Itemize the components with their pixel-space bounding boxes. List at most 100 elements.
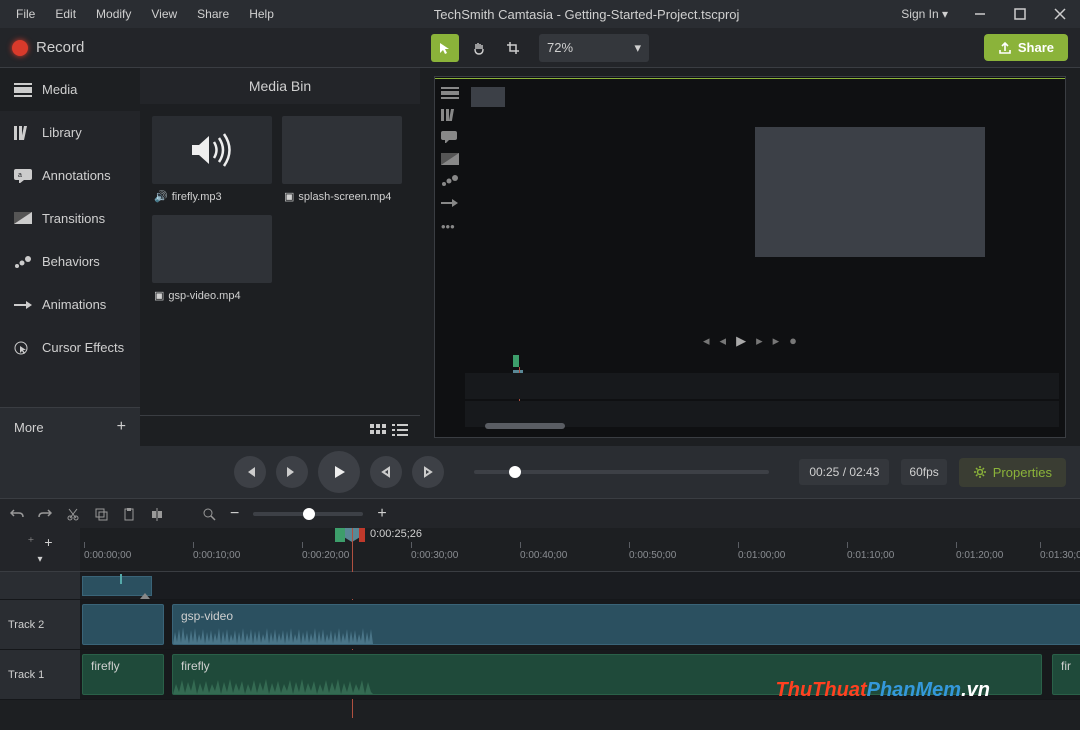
media-name: splash-screen.mp4 [298,191,391,203]
track-label[interactable]: Track 2 [0,600,80,649]
sidebar-label: Behaviors [42,254,100,269]
gear-icon [973,465,987,479]
playhead-time: 0:00:25;26 [370,528,422,540]
mini-tool-icon[interactable] [441,109,459,121]
copy-button[interactable] [94,507,108,521]
media-bin-title: Media Bin [140,68,420,104]
cursor-icon [14,341,32,355]
tick: 0:00:30;00 [411,550,458,561]
clip-name: gsp-video [181,609,233,623]
media-item[interactable]: ▣ splash-screen.mp4 [282,116,402,205]
sidebar-item-media[interactable]: Media [0,68,140,111]
sidebar-item-animations[interactable]: Animations [0,283,140,326]
minimize-button[interactable] [960,0,1000,28]
add-track-button[interactable]: + [44,534,52,550]
mini-tool-icon[interactable] [441,131,459,143]
clip[interactable]: gsp-video [172,604,1080,645]
mini-tool-icon[interactable] [441,197,459,209]
play-button[interactable] [318,451,360,493]
marker-track-label [0,572,80,599]
mini-prev-icon[interactable]: ◂ [703,333,710,349]
menu-help[interactable]: Help [239,1,284,27]
zoom-select[interactable]: 72% ▾ [539,34,649,62]
sidebar-item-behaviors[interactable]: Behaviors [0,240,140,283]
sidebar-item-library[interactable]: Library [0,111,140,154]
signin-button[interactable]: Sign In ▾ [889,1,960,27]
record-button[interactable]: Record [12,39,84,56]
grid-view-button[interactable] [370,424,386,438]
menu-view[interactable]: View [141,1,187,27]
chevron-down-icon[interactable]: ▾ [37,554,42,565]
menu-bar: File Edit Modify View Share Help [0,1,284,27]
clip[interactable]: fir [1052,654,1080,695]
clip[interactable]: firefly [82,654,164,695]
sidebar-more[interactable]: More + [0,407,140,446]
zoom-in-button[interactable]: + [377,505,386,523]
mini-tool-icon[interactable]: ••• [441,219,459,231]
mini-dot-icon[interactable]: ● [789,333,797,349]
split-button[interactable] [150,507,164,521]
redo-button[interactable] [38,507,52,521]
tick: 0:00:20;00 [302,550,349,561]
pointer-tool[interactable] [431,34,459,62]
list-view-button[interactable] [392,424,408,438]
mini-tool-icon[interactable] [441,87,459,99]
cut-button[interactable] [66,507,80,521]
prev-frame-button[interactable] [234,456,266,488]
timeline-ruler[interactable]: 0:00:25;26 0:00:00;00 0:00:10;00 0:00:20… [80,528,1080,571]
playback-bar: 00:25 / 02:43 60fps Properties [0,446,1080,498]
watermark: ThuThuatPhanMem.vn [776,679,990,702]
menu-share[interactable]: Share [187,1,239,27]
tick: 0:01:20;00 [956,550,1003,561]
clip[interactable] [82,604,164,645]
mini-step-back-icon[interactable]: ◂ [720,333,727,349]
media-bin: Media Bin 🔊firefly.mp3 ▣ splash-screen.mp… [140,68,420,446]
mini-tool-icon[interactable] [441,175,459,187]
undo-button[interactable] [10,507,24,521]
step-forward-button[interactable] [412,456,444,488]
share-label: Share [1018,40,1054,55]
zoom-out-button[interactable]: − [230,505,239,523]
sidebar-item-cursoreffects[interactable]: Cursor Effects [0,326,140,369]
sidebar-item-annotations[interactable]: a Annotations [0,154,140,197]
record-icon [12,40,28,56]
mini-play-icon[interactable]: ▶ [736,333,746,349]
sidebar-label: Animations [42,297,106,312]
playback-time: 00:25 / 02:43 [799,459,889,485]
pan-tool[interactable] [465,34,493,62]
sidebar-item-transitions[interactable]: Transitions [0,197,140,240]
add-marker-button[interactable]: ⁺ [27,534,34,550]
canvas-video-preview[interactable] [755,127,985,257]
close-button[interactable] [1040,0,1080,28]
mini-step-fwd-icon[interactable]: ▸ [756,333,763,349]
sidebar: Media Library a Annotations Transitions … [0,68,140,446]
menu-file[interactable]: File [6,1,45,27]
properties-button[interactable]: Properties [959,458,1066,487]
step-back-button[interactable] [370,456,402,488]
more-label: More [14,420,44,435]
zoom-icon [202,507,216,521]
video-icon: ▣ [284,190,294,203]
mini-next-icon[interactable]: ▸ [773,333,780,349]
playhead[interactable] [335,528,365,542]
mini-tool-icon[interactable] [441,153,459,165]
maximize-button[interactable] [1000,0,1040,28]
media-item[interactable]: ▣gsp-video.mp4 [152,215,272,304]
sidebar-label: Library [42,125,82,140]
seek-slider[interactable] [474,470,769,474]
media-item[interactable]: 🔊firefly.mp3 [152,116,272,205]
menu-modify[interactable]: Modify [86,1,141,27]
tick: 0:01:10;00 [847,550,894,561]
mini-scrollbar[interactable] [485,423,565,429]
paste-button[interactable] [122,507,136,521]
fps-display[interactable]: 60fps [901,459,946,485]
timeline: ⁺ + ▾ 0:00:25;26 0:00:00;00 0:00:10;00 0:… [0,528,1080,728]
menu-edit[interactable]: Edit [45,1,86,27]
next-frame-button[interactable] [276,456,308,488]
crop-tool[interactable] [499,34,527,62]
share-button[interactable]: Share [984,34,1068,61]
track-label[interactable]: Track 1 [0,650,80,699]
canvas[interactable]: ••• ◂ ◂ ▶ ▸ ▸ ● [434,76,1066,438]
video-icon: ▣ [154,289,164,302]
zoom-slider[interactable] [253,512,363,516]
